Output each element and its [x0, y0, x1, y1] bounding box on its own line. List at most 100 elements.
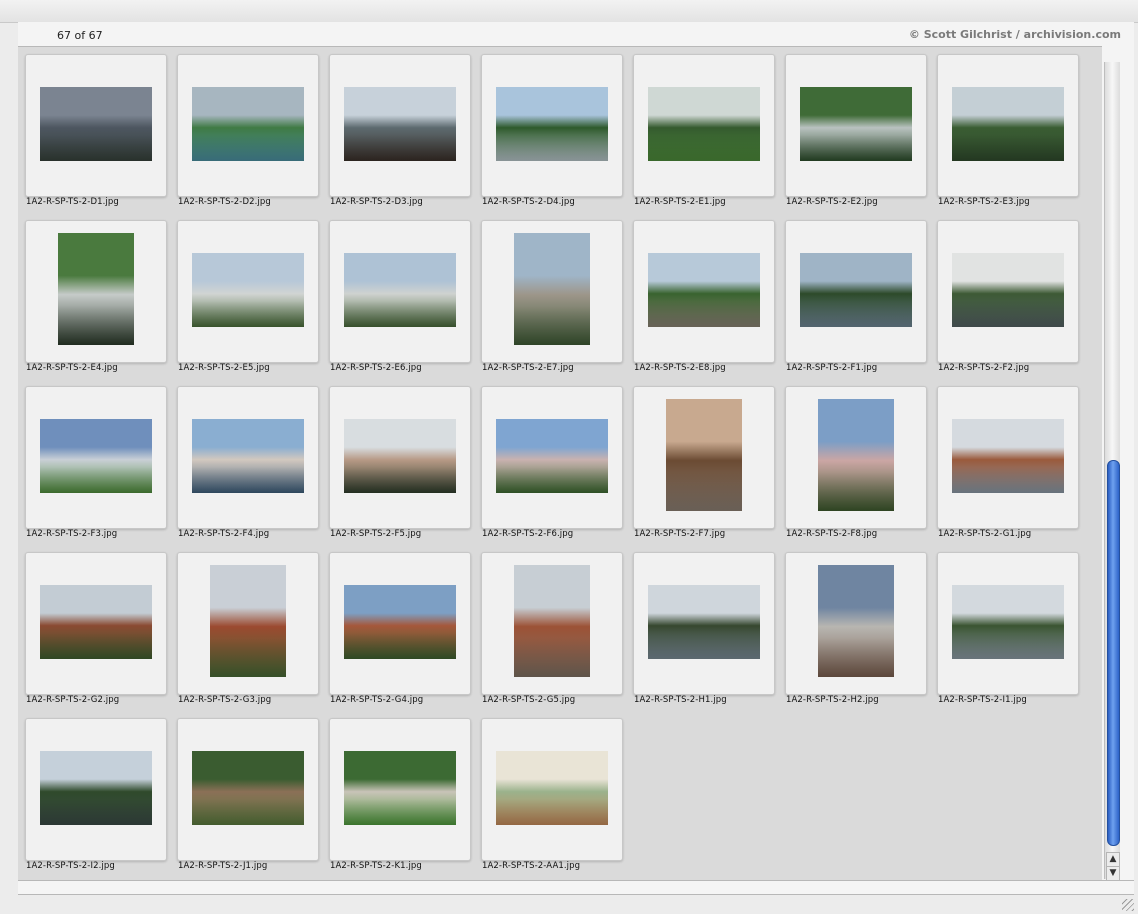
- thumbnail-filename[interactable]: 1A2-R-SP-TS-2-E6.jpg: [330, 363, 422, 373]
- thumbnail-tile[interactable]: [25, 718, 167, 861]
- horizontal-scrollbar[interactable]: [18, 880, 1134, 895]
- thumbnail-filename[interactable]: 1A2-R-SP-TS-2-D3.jpg: [330, 197, 423, 207]
- thumbnail-tile[interactable]: [481, 220, 623, 363]
- thumbnail-filename[interactable]: 1A2-R-SP-TS-2-D1.jpg: [26, 197, 119, 207]
- thumbnail-filename[interactable]: 1A2-R-SP-TS-2-E5.jpg: [178, 363, 270, 373]
- resize-grip-icon[interactable]: [1122, 899, 1134, 911]
- thumbnail-image[interactable]: [344, 87, 456, 161]
- thumbnail-image[interactable]: [192, 751, 304, 825]
- thumbnail-filename[interactable]: 1A2-R-SP-TS-2-E3.jpg: [938, 197, 1030, 207]
- thumbnail-image[interactable]: [496, 419, 608, 493]
- scroll-down-arrow-icon[interactable]: ▼: [1106, 866, 1120, 881]
- thumbnail-filename[interactable]: 1A2-R-SP-TS-2-G4.jpg: [330, 695, 423, 705]
- thumbnail-image[interactable]: [666, 399, 742, 511]
- thumbnail-filename[interactable]: 1A2-R-SP-TS-2-E7.jpg: [482, 363, 574, 373]
- thumbnail-image[interactable]: [514, 233, 590, 345]
- thumbnail-tile[interactable]: [177, 552, 319, 695]
- thumbnail-filename[interactable]: 1A2-R-SP-TS-2-F7.jpg: [634, 529, 725, 539]
- thumbnail-tile[interactable]: [937, 386, 1079, 529]
- thumbnail-image[interactable]: [800, 253, 912, 327]
- thumbnail-tile[interactable]: [329, 386, 471, 529]
- thumbnail-image[interactable]: [800, 87, 912, 161]
- thumbnail-tile[interactable]: [177, 386, 319, 529]
- thumbnail-image[interactable]: [58, 233, 134, 345]
- thumbnail-image[interactable]: [192, 253, 304, 327]
- thumbnail-tile[interactable]: [25, 54, 167, 197]
- thumbnail-image[interactable]: [952, 87, 1064, 161]
- thumbnail-filename[interactable]: 1A2-R-SP-TS-2-J1.jpg: [178, 861, 267, 871]
- thumbnail-image[interactable]: [40, 585, 152, 659]
- thumbnail-filename[interactable]: 1A2-R-SP-TS-2-E2.jpg: [786, 197, 878, 207]
- thumbnail-tile[interactable]: [329, 220, 471, 363]
- thumbnail-filename[interactable]: 1A2-R-SP-TS-2-H2.jpg: [786, 695, 879, 705]
- thumbnail-filename[interactable]: 1A2-R-SP-TS-2-G3.jpg: [178, 695, 271, 705]
- thumbnail-image[interactable]: [952, 419, 1064, 493]
- thumbnail-tile[interactable]: [633, 220, 775, 363]
- thumbnail-image[interactable]: [40, 751, 152, 825]
- thumbnail-image[interactable]: [952, 585, 1064, 659]
- thumbnail-tile[interactable]: [633, 54, 775, 197]
- thumbnail-tile[interactable]: [633, 552, 775, 695]
- thumbnail-image[interactable]: [818, 565, 894, 677]
- thumbnail-image[interactable]: [344, 419, 456, 493]
- thumbnail-image[interactable]: [648, 253, 760, 327]
- thumbnail-filename[interactable]: 1A2-R-SP-TS-2-G2.jpg: [26, 695, 119, 705]
- thumbnail-tile[interactable]: [785, 386, 927, 529]
- thumbnail-filename[interactable]: 1A2-R-SP-TS-2-G5.jpg: [482, 695, 575, 705]
- thumbnail-filename[interactable]: 1A2-R-SP-TS-2-I2.jpg: [26, 861, 115, 871]
- thumbnail-filename[interactable]: 1A2-R-SP-TS-2-F2.jpg: [938, 363, 1029, 373]
- thumbnail-image[interactable]: [210, 565, 286, 677]
- vertical-scrollbar[interactable]: [1104, 62, 1120, 879]
- thumbnail-tile[interactable]: [329, 54, 471, 197]
- scroll-up-arrow-icon[interactable]: ▲: [1106, 852, 1120, 867]
- thumbnail-filename[interactable]: 1A2-R-SP-TS-2-F6.jpg: [482, 529, 573, 539]
- thumbnail-filename[interactable]: 1A2-R-SP-TS-2-F3.jpg: [26, 529, 117, 539]
- thumbnail-tile[interactable]: [177, 54, 319, 197]
- thumbnail-tile[interactable]: [25, 552, 167, 695]
- thumbnail-tile[interactable]: [25, 386, 167, 529]
- thumbnail-filename[interactable]: 1A2-R-SP-TS-2-G1.jpg: [938, 529, 1031, 539]
- thumbnail-filename[interactable]: 1A2-R-SP-TS-2-H1.jpg: [634, 695, 727, 705]
- thumbnail-tile[interactable]: [785, 54, 927, 197]
- thumbnail-tile[interactable]: [937, 552, 1079, 695]
- thumbnail-tile[interactable]: [481, 718, 623, 861]
- thumbnail-filename[interactable]: 1A2-R-SP-TS-2-E1.jpg: [634, 197, 726, 207]
- thumbnail-filename[interactable]: 1A2-R-SP-TS-2-F8.jpg: [786, 529, 877, 539]
- thumbnail-image[interactable]: [40, 419, 152, 493]
- thumbnail-tile[interactable]: [785, 220, 927, 363]
- thumbnail-image[interactable]: [192, 419, 304, 493]
- thumbnail-filename[interactable]: 1A2-R-SP-TS-2-K1.jpg: [330, 861, 422, 871]
- thumbnail-filename[interactable]: 1A2-R-SP-TS-2-D2.jpg: [178, 197, 271, 207]
- thumbnail-image[interactable]: [514, 565, 590, 677]
- thumbnail-filename[interactable]: 1A2-R-SP-TS-2-E4.jpg: [26, 363, 118, 373]
- thumbnail-image[interactable]: [344, 585, 456, 659]
- thumbnail-image[interactable]: [496, 87, 608, 161]
- thumbnail-filename[interactable]: 1A2-R-SP-TS-2-F1.jpg: [786, 363, 877, 373]
- thumbnail-image[interactable]: [818, 399, 894, 511]
- thumbnail-image[interactable]: [192, 87, 304, 161]
- thumbnail-filename[interactable]: 1A2-R-SP-TS-2-I1.jpg: [938, 695, 1027, 705]
- thumbnail-image[interactable]: [952, 253, 1064, 327]
- thumbnail-tile[interactable]: [481, 54, 623, 197]
- thumbnail-tile[interactable]: [25, 220, 167, 363]
- thumbnail-image[interactable]: [648, 585, 760, 659]
- thumbnail-tile[interactable]: [177, 718, 319, 861]
- thumbnail-tile[interactable]: [329, 718, 471, 861]
- thumbnail-tile[interactable]: [785, 552, 927, 695]
- thumbnail-tile[interactable]: [937, 54, 1079, 197]
- thumbnail-tile[interactable]: [937, 220, 1079, 363]
- thumbnail-filename[interactable]: 1A2-R-SP-TS-2-D4.jpg: [482, 197, 575, 207]
- thumbnail-filename[interactable]: 1A2-R-SP-TS-2-E8.jpg: [634, 363, 726, 373]
- thumbnail-tile[interactable]: [481, 386, 623, 529]
- thumbnail-tile[interactable]: [633, 386, 775, 529]
- scrollbar-thumb[interactable]: [1107, 460, 1120, 846]
- thumbnail-image[interactable]: [496, 751, 608, 825]
- thumbnail-filename[interactable]: 1A2-R-SP-TS-2-F5.jpg: [330, 529, 421, 539]
- thumbnail-image[interactable]: [40, 87, 152, 161]
- thumbnail-image[interactable]: [344, 253, 456, 327]
- thumbnail-image[interactable]: [648, 87, 760, 161]
- thumbnail-image[interactable]: [344, 751, 456, 825]
- thumbnail-filename[interactable]: 1A2-R-SP-TS-2-F4.jpg: [178, 529, 269, 539]
- thumbnail-tile[interactable]: [481, 552, 623, 695]
- thumbnail-filename[interactable]: 1A2-R-SP-TS-2-AA1.jpg: [482, 861, 580, 871]
